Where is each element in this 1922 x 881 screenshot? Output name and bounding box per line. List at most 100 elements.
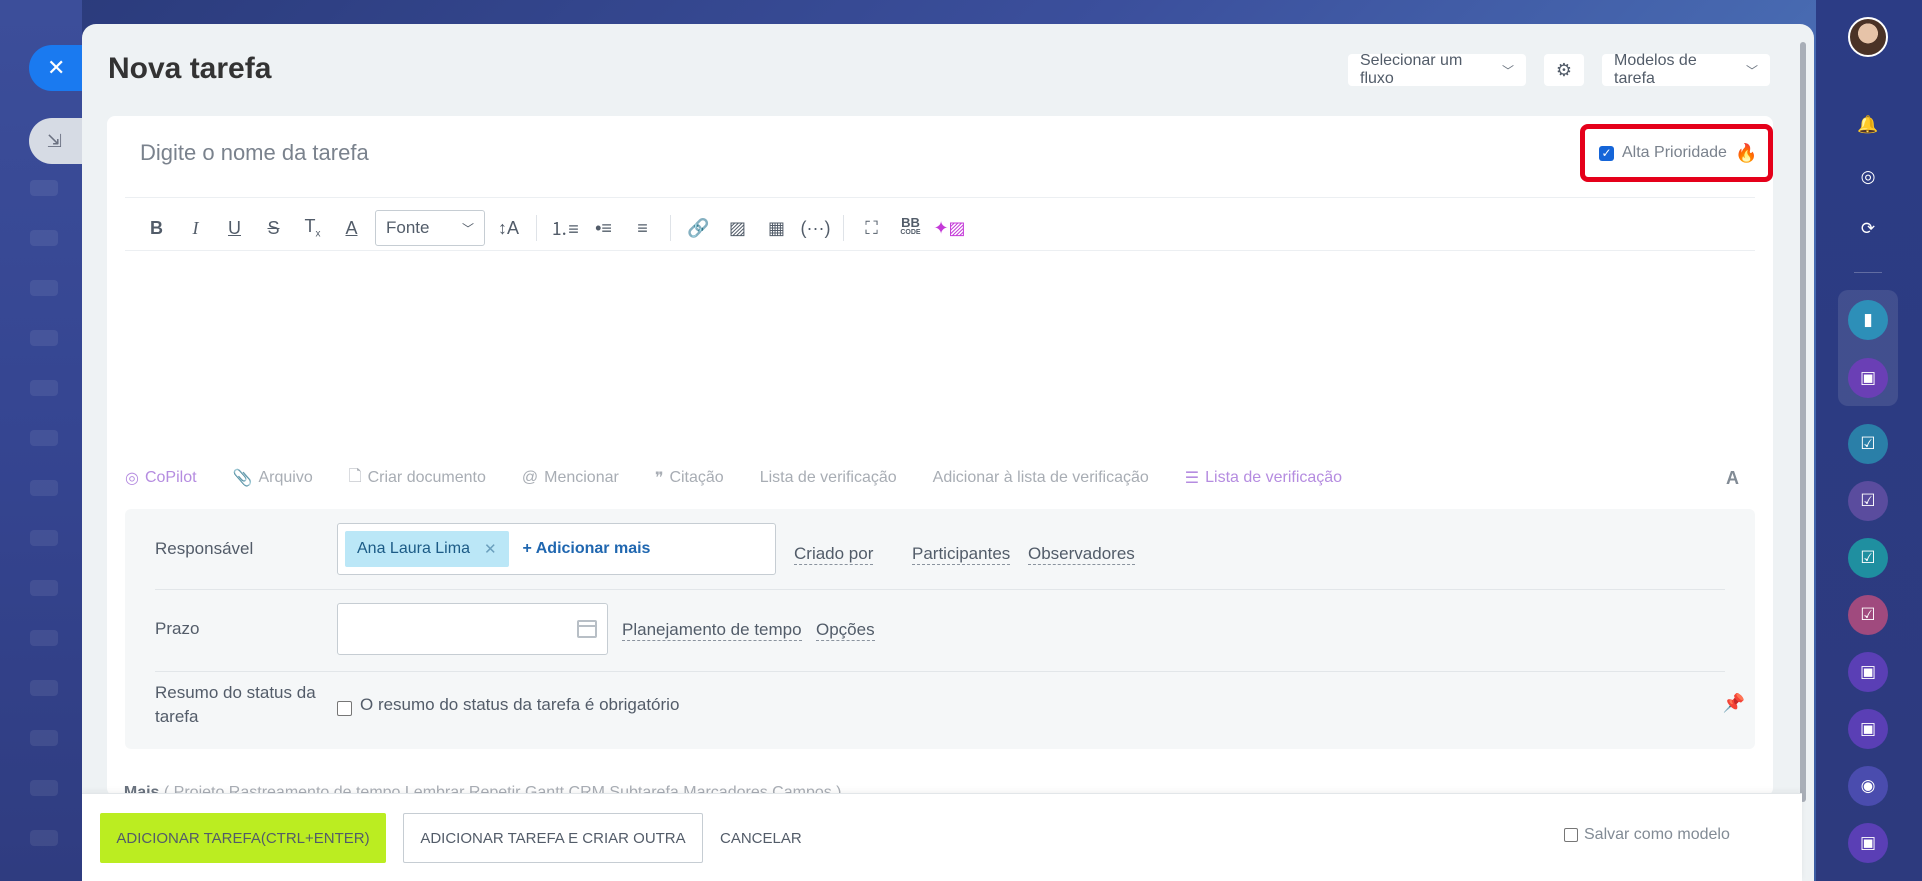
image-button[interactable]: ▨ [718, 210, 757, 246]
responsible-field[interactable]: Ana Laura Lima ✕ + Adicionar mais [337, 523, 776, 575]
format-toggle-button[interactable]: A [1726, 468, 1739, 489]
ghost-item [30, 430, 58, 446]
notifications-icon[interactable]: 🔔 [1848, 105, 1888, 145]
right-sidebar: 🔔 ◎ ⟳ ▮ ▣ ☑ ☑ ☑ ☑ ▣ ▣ ◉ ▣ [1816, 0, 1922, 881]
link-button[interactable]: 🔗 [679, 210, 718, 246]
responsible-label: Responsável [155, 539, 254, 558]
ghost-item [30, 230, 58, 246]
toolbar-separator [670, 215, 671, 241]
text-color-button[interactable]: A [332, 210, 371, 246]
save-as-template-option[interactable]: Salvar como modelo [1564, 826, 1730, 844]
copilot-icon[interactable]: ◎ [1848, 157, 1888, 197]
code-icon: (···) [800, 217, 831, 238]
participants-link[interactable]: Participantes [912, 544, 1011, 565]
templates-button[interactable]: Modelos de tarefa ﹀ [1602, 52, 1770, 87]
chevron-down-icon: ﹀ [461, 221, 474, 236]
task-check-icon[interactable]: ☑ [1848, 538, 1888, 578]
ghost-item [30, 580, 58, 596]
divider [155, 671, 1725, 672]
create-document-action[interactable]: 🗋 Criar documento [349, 465, 486, 492]
strikethrough-button[interactable]: S [254, 210, 293, 246]
task-check-icon[interactable]: ☑ [1848, 595, 1888, 635]
sidebar-separator [1854, 272, 1882, 273]
add-task-and-create-another-button[interactable]: ADICIONAR TAREFA E CRIAR OUTRA [403, 813, 703, 863]
calendar-icon[interactable] [577, 620, 597, 638]
ghost-item [30, 180, 58, 196]
scrollbar[interactable] [1800, 42, 1806, 802]
status-summary-checkbox[interactable] [337, 701, 352, 716]
checklist-action[interactable]: Lista de verificação [760, 469, 897, 487]
fullscreen-button[interactable]: ⛶ [852, 210, 891, 246]
bullet-list-button[interactable]: •≡ [584, 210, 623, 246]
quote-action[interactable]: ❞ Citação [655, 468, 724, 488]
priority-label: Alta Prioridade [1622, 144, 1727, 161]
responsible-tag[interactable]: Ana Laura Lima ✕ [345, 531, 509, 567]
observers-link[interactable]: Observadores [1028, 544, 1135, 565]
time-planning-link[interactable]: Planejamento de tempo [622, 620, 802, 641]
contact-icon[interactable]: ▣ [1848, 358, 1888, 398]
task-name-input[interactable]: Digite o nome da tarefa [140, 140, 369, 166]
bold-button[interactable]: B [137, 210, 176, 246]
file-label: Arquivo [258, 469, 313, 486]
link-icon: 🔗 [687, 217, 710, 238]
fire-icon: 🔥 [1734, 142, 1758, 163]
minimize-icon: ⇲ [47, 130, 63, 151]
ai-image-icon: ✦▨ [933, 217, 966, 238]
file-action[interactable]: 📎 Arquivo [233, 468, 313, 488]
cancel-button[interactable]: CANCELAR [720, 813, 802, 863]
add-to-checklist-action[interactable]: Adicionar à lista de verificação [933, 469, 1149, 487]
remove-tag-icon[interactable]: ✕ [484, 540, 497, 558]
italic-button[interactable]: I [176, 210, 215, 246]
new-checklist-action[interactable]: ☰ Lista de verificação [1185, 468, 1342, 488]
high-priority-toggle[interactable]: ✓ Alta Prioridade 🔥 [1580, 124, 1773, 182]
priority-checkbox[interactable]: ✓ [1599, 145, 1614, 161]
bookmark-icon[interactable]: ▮ [1848, 300, 1888, 340]
mention-label: Mencionar [544, 469, 619, 486]
user-avatar[interactable] [1848, 17, 1888, 57]
minimize-slider-button[interactable]: ⇲ [29, 118, 85, 164]
font-select[interactable]: Fonte ﹀ [375, 210, 485, 246]
align-button[interactable]: ≡ [623, 210, 662, 246]
settings-button[interactable]: ⚙ [1544, 54, 1584, 86]
save-template-label: Salvar como modelo [1584, 826, 1730, 843]
bbcode-button[interactable]: BB CODE [891, 210, 930, 246]
add-task-button[interactable]: ADICIONAR TAREFA(CTRL+ENTER) [100, 813, 386, 863]
task-fields: Responsável Ana Laura Lima ✕ + Adicionar… [125, 509, 1755, 749]
numbered-list-button[interactable]: ⒈≡ [545, 210, 584, 246]
contact-icon[interactable]: ▣ [1848, 823, 1888, 863]
font-size-button[interactable]: ↕A [489, 210, 528, 246]
quote-label: Citação [669, 469, 724, 486]
gear-icon: ⚙ [1555, 59, 1573, 80]
options-link[interactable]: Opções [816, 620, 875, 641]
toolbar-separator [843, 215, 844, 241]
status-summary-label: Resumo do status da tarefa [155, 683, 316, 726]
contact-icon[interactable]: ▣ [1848, 652, 1888, 692]
save-template-checkbox[interactable] [1564, 828, 1578, 842]
deadline-input[interactable] [337, 603, 608, 655]
mention-action[interactable]: @ Mencionar [522, 469, 619, 487]
bbcode-label: BB [901, 215, 920, 230]
ai-image-button[interactable]: ✦▨ [930, 210, 969, 246]
document-icon: 🗋 [348, 467, 362, 485]
table-button[interactable]: ▦ [757, 210, 796, 246]
ghost-item [30, 530, 58, 546]
task-check-icon[interactable]: ☑ [1848, 481, 1888, 521]
close-slider-button[interactable]: ✕ [29, 45, 85, 91]
align-left-icon: ≡ [637, 217, 648, 238]
paperclip-icon: 📎 [232, 470, 253, 487]
add-more-link[interactable]: + Adicionar mais [523, 540, 651, 558]
code-button[interactable]: (···) [796, 210, 835, 246]
editor-actions: ◎ CoPilot 📎 Arquivo 🗋 Criar documento @ … [125, 460, 1755, 496]
add-to-checklist-label: Adicionar à lista de verificação [932, 469, 1149, 486]
underline-button[interactable]: U [215, 210, 254, 246]
contact-icon[interactable]: ▣ [1848, 709, 1888, 749]
task-check-icon[interactable]: ☑ [1848, 424, 1888, 464]
sync-icon[interactable]: ⟳ [1848, 209, 1888, 249]
copilot-action[interactable]: ◎ CoPilot [125, 468, 197, 488]
flow-select-button[interactable]: Selecionar um fluxo ﹀ [1348, 52, 1526, 87]
clear-format-button[interactable]: Tx [293, 210, 332, 246]
created-by-link[interactable]: Criado por [794, 544, 874, 565]
clear-format-icon: Tx [304, 216, 321, 240]
pin-icon[interactable]: 📌 [1723, 693, 1745, 714]
copilot-icon[interactable]: ◉ [1848, 766, 1888, 806]
